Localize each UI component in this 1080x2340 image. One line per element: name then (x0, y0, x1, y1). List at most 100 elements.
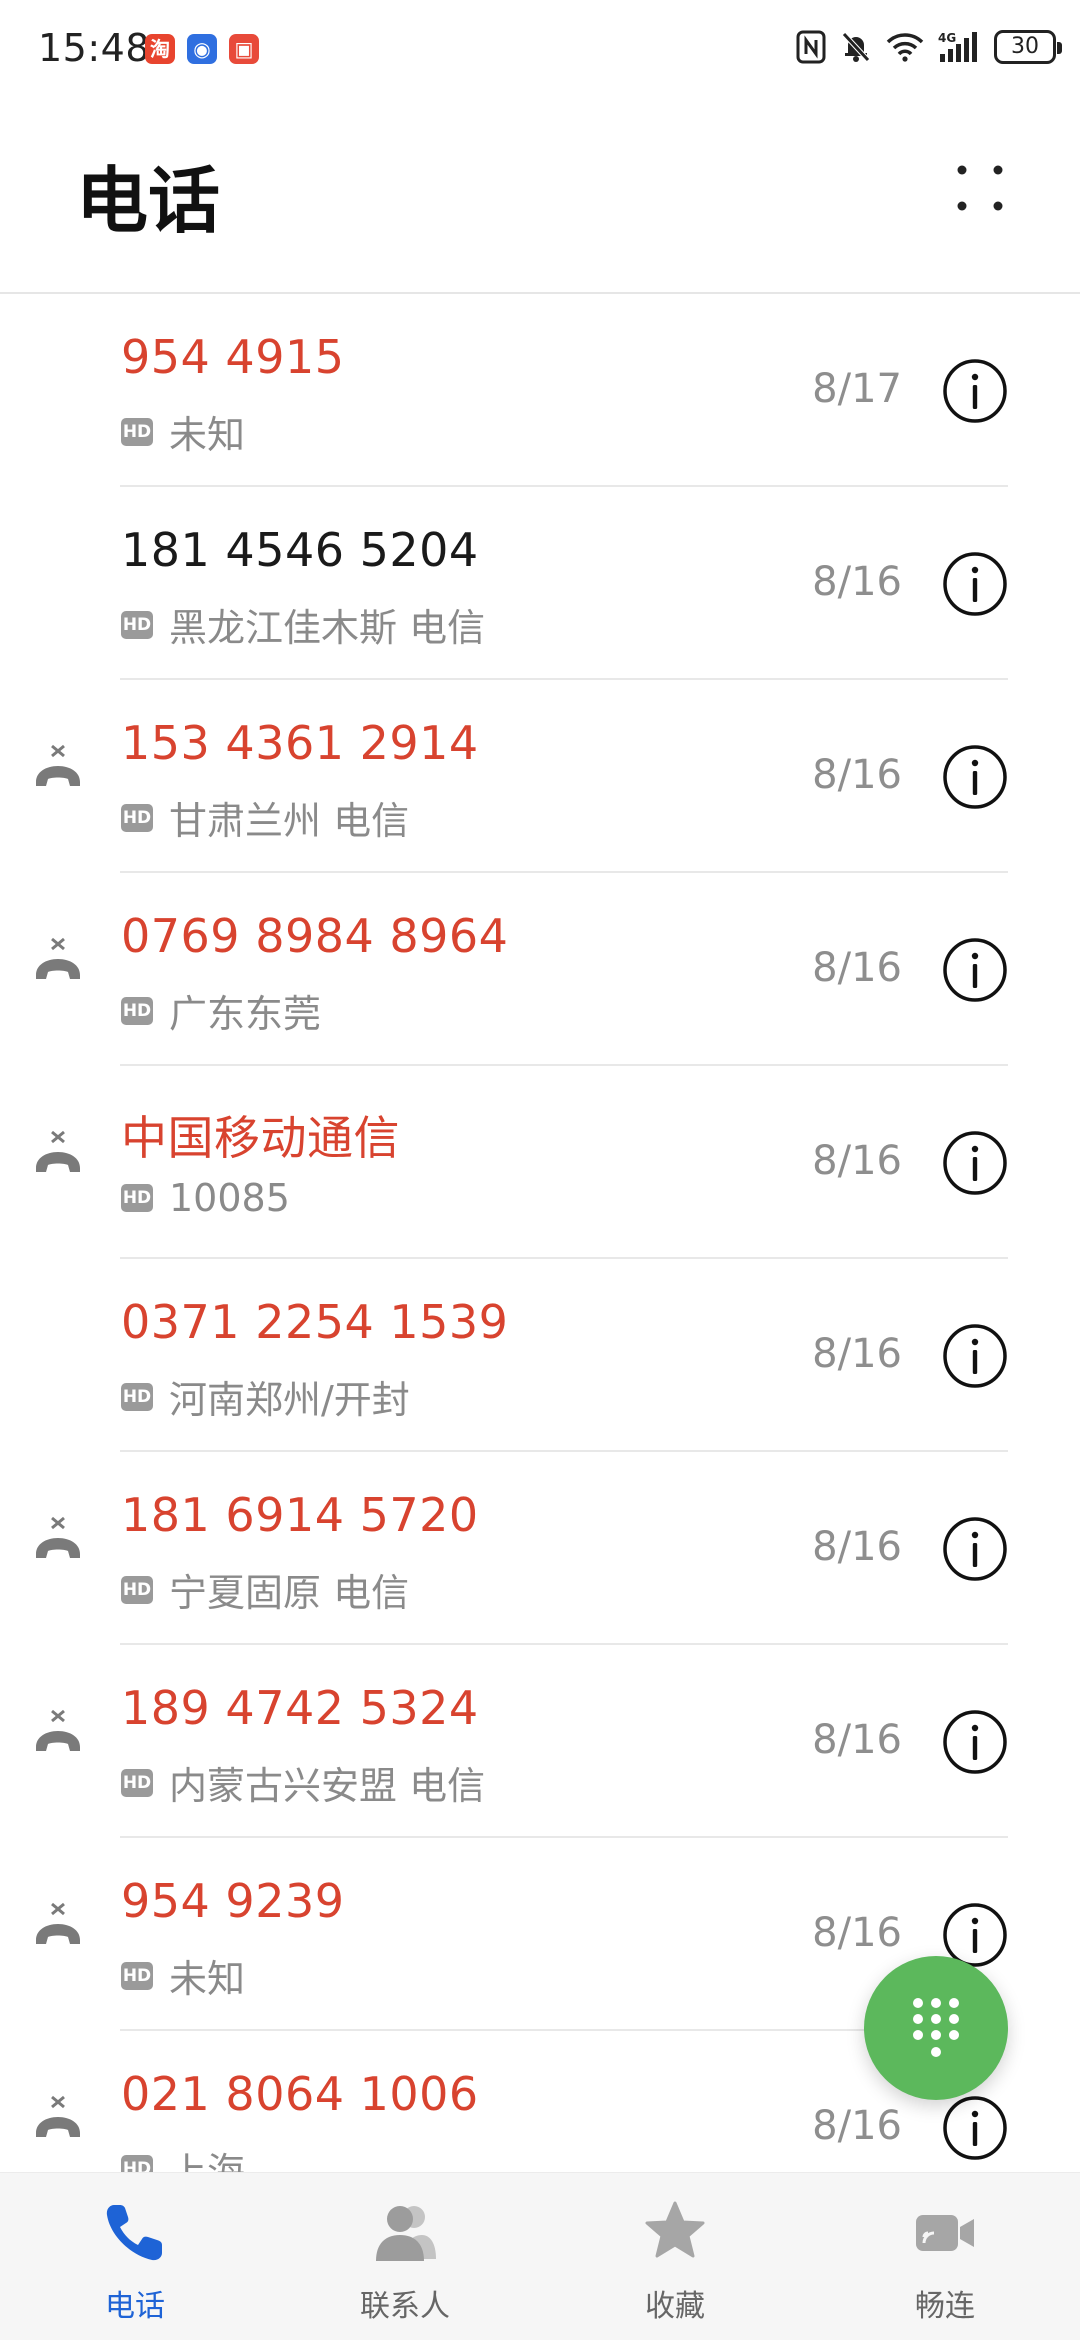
missed-call-icon (36, 1130, 80, 1172)
hd-badge: HD (121, 1184, 153, 1212)
call-info-button[interactable] (942, 1323, 1008, 1389)
nav-label-changlian: 畅连 (915, 2289, 975, 2324)
call-log-row[interactable]: 153 4361 2914 HD 甘肃兰州 电信 8/16 (0, 680, 1080, 873)
caller-location: 甘肃兰州 电信 (169, 799, 410, 843)
caller-name: 954 9239 (121, 1874, 345, 1928)
phone-icon (106, 2205, 162, 2261)
hd-badge: HD (121, 996, 153, 1025)
nav-tab-favorites[interactable]: 收藏 (540, 2173, 810, 2340)
hd-badge: HD (121, 610, 153, 639)
call-info-button[interactable] (942, 937, 1008, 1003)
hd-badge: HD (121, 1382, 153, 1411)
status-time: 15:48 (38, 26, 151, 70)
caller-location: 宁夏固原 电信 (169, 1571, 410, 1615)
page-title: 电话 (76, 159, 221, 243)
caller-details: HD 未知 (121, 404, 245, 459)
caller-location: 10085 (169, 1176, 290, 1220)
call-info-button[interactable] (942, 1709, 1008, 1775)
call-log-row[interactable]: 181 6914 5720 HD 宁夏固原 电信 8/16 (0, 1452, 1080, 1645)
caller-location: 黑龙江佳木斯 电信 (169, 606, 486, 650)
call-date: 8/16 (812, 752, 902, 798)
call-date: 8/16 (812, 1717, 902, 1763)
call-log-row[interactable]: 181 4546 5204 HD 黑龙江佳木斯 电信 8/16 (0, 487, 1080, 680)
call-date: 8/16 (812, 1138, 902, 1184)
status-bar: 15:48 淘 ◉ ▣ 4G 30 (0, 0, 1080, 100)
phone-app-screen: 15:48 淘 ◉ ▣ 4G 30 电话 954 4915 HD 未知 8/17… (0, 0, 1080, 2340)
caller-name: 021 8064 1006 (121, 2067, 479, 2121)
dialpad-button[interactable] (864, 1956, 1008, 2100)
call-date: 8/16 (812, 1524, 902, 1570)
call-info-button[interactable] (942, 358, 1008, 424)
wifi-icon (886, 33, 924, 62)
call-log-list[interactable]: 954 4915 HD 未知 8/17 181 4546 5204 HD 黑龙江佳木斯 电信… (0, 292, 1080, 2172)
call-log-row[interactable]: 中国移动通信 HD 10085 8/16 (0, 1066, 1080, 1259)
call-info-button[interactable] (942, 744, 1008, 810)
video-call-icon (916, 2215, 974, 2251)
nav-tab-changlian[interactable]: 畅连 (810, 2173, 1080, 2340)
caller-name: 中国移动通信 (121, 1111, 400, 1165)
star-icon (645, 2201, 705, 2258)
nav-label-contacts: 联系人 (360, 2289, 450, 2324)
nfc-icon (796, 30, 826, 64)
caller-location: 未知 (169, 1957, 246, 2001)
caller-location: 未知 (169, 413, 246, 457)
call-date: 8/16 (812, 945, 902, 991)
4g-signal-icon: 4G (938, 31, 977, 62)
call-info-button[interactable] (942, 2095, 1008, 2161)
bulb-app-icon: ◉ (187, 34, 217, 64)
svg-text:4G: 4G (938, 31, 956, 45)
caller-details: HD 10085 (121, 1176, 290, 1220)
call-info-button[interactable] (942, 551, 1008, 617)
caller-name: 954 4915 (121, 330, 345, 384)
status-indicators: 4G 30 (796, 30, 1062, 64)
call-log-row[interactable]: 189 4742 5324 HD 内蒙古兴安盟 电信 8/16 (0, 1645, 1080, 1838)
caller-details: HD 河南郑州/开封 (121, 1369, 410, 1424)
caller-name: 181 6914 5720 (121, 1488, 479, 1542)
call-date: 8/17 (812, 366, 902, 412)
caller-name: 181 4546 5204 (121, 523, 479, 577)
caller-name: 189 4742 5324 (121, 1681, 479, 1735)
hd-badge: HD (121, 1575, 153, 1604)
missed-call-icon (36, 1516, 80, 1558)
contacts-icon (376, 2206, 436, 2261)
more-options-button[interactable] (950, 158, 1010, 218)
caller-details: HD 上海 (121, 2141, 245, 2172)
status-notification-apps: 淘 ◉ ▣ (145, 34, 259, 64)
call-date: 8/16 (812, 2103, 902, 2149)
hd-badge: HD (121, 1768, 153, 1797)
call-log-row[interactable]: 0769 8984 8964 HD 广东东莞 8/16 (0, 873, 1080, 1066)
call-log-row[interactable]: 0371 2254 1539 HD 河南郑州/开封 8/16 (0, 1259, 1080, 1452)
caller-details: HD 甘肃兰州 电信 (121, 790, 409, 845)
call-date: 8/16 (812, 1910, 902, 1956)
caller-details: HD 广东东莞 (121, 983, 321, 1038)
caller-details: HD 宁夏固原 电信 (121, 1562, 409, 1617)
missed-call-icon (36, 937, 80, 979)
nav-label-favorites: 收藏 (645, 2289, 705, 2324)
call-log-row[interactable]: 954 4915 HD 未知 8/17 (0, 294, 1080, 487)
caller-location: 上海 (169, 2150, 246, 2172)
more-dots-icon (957, 165, 1003, 211)
hd-badge: HD (121, 1961, 153, 1990)
caller-details: HD 黑龙江佳木斯 电信 (121, 597, 485, 652)
mail-app-icon: ▣ (229, 34, 259, 64)
header: 电话 (0, 100, 1080, 290)
bell-off-icon (842, 32, 870, 62)
caller-details: HD 内蒙古兴安盟 电信 (121, 1755, 485, 1810)
bottom-navigation: 电话 联系人 收藏 畅连 (0, 2172, 1080, 2340)
caller-name: 0769 8984 8964 (121, 909, 509, 963)
caller-location: 河南郑州/开封 (169, 1378, 410, 1422)
call-info-button[interactable] (942, 1130, 1008, 1196)
hd-badge: HD (121, 417, 153, 446)
hd-badge: HD (121, 803, 153, 832)
caller-location: 广东东莞 (169, 992, 322, 1036)
nav-label-phone: 电话 (105, 2289, 165, 2324)
missed-call-icon (36, 1709, 80, 1751)
caller-details: HD 未知 (121, 1948, 245, 2003)
missed-call-icon (36, 744, 80, 786)
call-info-button[interactable] (942, 1516, 1008, 1582)
missed-call-icon (36, 2095, 80, 2137)
caller-name: 153 4361 2914 (121, 716, 479, 770)
nav-tab-phone[interactable]: 电话 (0, 2173, 270, 2340)
hd-badge: HD (121, 2154, 153, 2172)
nav-tab-contacts[interactable]: 联系人 (270, 2173, 540, 2340)
